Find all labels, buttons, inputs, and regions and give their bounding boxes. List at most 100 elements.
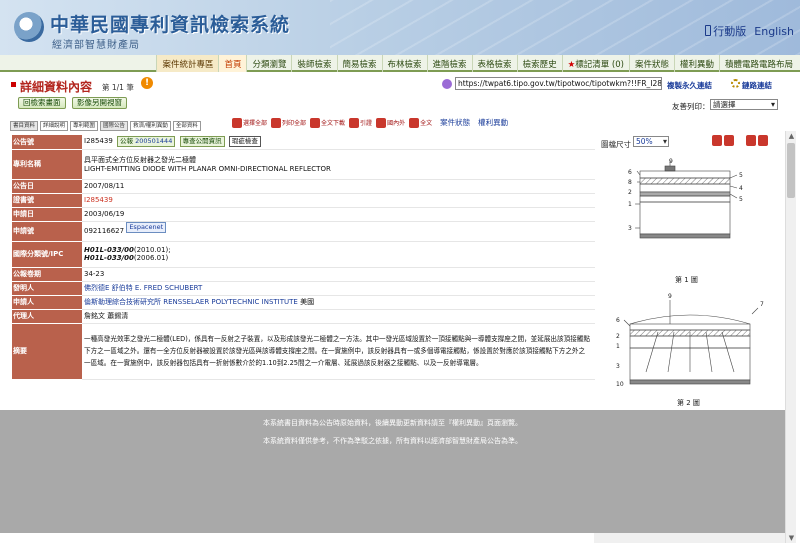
abstract-text: 一種高發光效率之發光二極體(LED)，係具有一反射之子裝置，以及形成該發光二極體… [82,323,595,379]
alert-icon[interactable]: ! [141,77,153,89]
announce-no-cell: I285439 公報 200501444 專查公開資訊 瑕疵檢查 [82,135,595,149]
tab-0[interactable]: 書目資料 [10,121,38,131]
nav-item-7[interactable]: 表格檢索 [472,55,517,72]
nav-item-4[interactable]: 簡易檢索 [337,55,382,72]
fig1-ref-numeral: 5 [739,196,743,203]
tab-5[interactable]: 全部資料 [173,121,201,131]
footer-note-2: 本系統資料僅供參考，不作為準駁之依據，所有資料以經濟部智慧財產局公告為準。 [0,436,785,446]
permalink-url-field[interactable]: https://twpat6.tipo.gov.tw/tipotwoc/tipo… [455,77,662,90]
footer-note-1: 本系統書目資料為公告時原始資料，後續異動更新資料請至『權利異動』頁面瀏覽。 [0,418,785,428]
copy-permalink-link[interactable]: 複製永久連結 [667,80,712,91]
nav-item-1[interactable]: 首頁 [218,55,246,72]
fig1-layer-mid [640,184,730,192]
fig2-ref-numeral: 10 [616,381,624,388]
tab-4[interactable]: 救濟/權利異動 [130,121,171,131]
pub-date: 2007/08/11 [82,179,595,193]
applicant-link[interactable]: 倫斯勒理綜合技術研究所 RENSSELAER POLYTECHNIC INSTI… [84,298,298,306]
tab-link-rights-change[interactable]: 權利異動 [478,117,508,128]
tool-icon-2[interactable]: 全文下載 [310,118,345,128]
friendly-print-select[interactable]: 請選擇 [710,99,778,110]
tool-icon-1[interactable]: 列印全部 [271,118,306,128]
tool-icon-0[interactable]: 選擇全部 [232,118,267,128]
fig2-bottom [630,380,750,384]
gear-icon [731,79,740,88]
agent: 詹銘文 蕭錫清 [82,309,595,323]
espacenet-button[interactable]: Espacenet [126,222,166,233]
fig2-ref-numeral: 7 [760,301,764,308]
fig1-contact [665,166,675,171]
export-image-icon[interactable] [758,135,768,146]
tool-icon-5[interactable]: 全文 [409,118,432,128]
fig1-ref-numeral: 4 [739,185,743,192]
scroll-up-arrow-icon[interactable]: ▲ [786,131,797,141]
bibliographic-table: 公告號 I285439 公報 200501444 專查公開資訊 瑕疵檢查 專利名… [12,135,595,380]
print-image-icon[interactable] [712,135,722,146]
gazette-button[interactable]: 公報 200501444 [117,136,175,147]
nav-item-2[interactable]: 分類瀏覽 [246,55,291,72]
detail-title-row: 詳細資料內容 第 1/1 筆 ! https://twpat6.tipo.gov… [0,76,800,94]
tipo-logo[interactable] [14,12,44,42]
abstract-label: 摘要 [12,323,82,379]
fig1-layer-top [640,171,730,178]
nav-item-11[interactable]: 權利異動 [674,55,719,72]
app-date: 2003/06/19 [82,207,595,221]
public-info-button[interactable]: 專查公開資訊 [180,136,225,147]
nav-item-0[interactable]: 案件統計專區 [156,55,218,72]
cert-no-cell: I285439 [82,193,595,207]
mobile-link[interactable]: 行動版 [705,23,746,39]
fig1-ref-numeral: 6 [628,169,632,176]
patent-name-en: LIGHT-EMITTING DIODE WITH PLANAR OMNI-DI… [84,165,595,173]
image-size-label: 圖檔尺寸 [601,139,631,150]
nav-item-10[interactable]: 案件狀態 [629,55,674,72]
title-bullet-icon [11,82,16,87]
ipc-code-1: H01L-033/00 [84,246,134,254]
vertical-scrollbar[interactable]: ▲ ▼ [785,131,796,543]
nav-item-9[interactable]: ★標記清單 (0) [562,55,629,72]
scroll-thumb[interactable] [787,143,795,198]
tool-icon-3[interactable]: 引證 [349,118,372,128]
phone-icon [705,25,711,36]
detail-tabs: 書目資料詳細說明專利範圍國際公告救濟/權利異動全部資料 [10,121,201,131]
applicant-cell: 倫斯勒理綜合技術研究所 RENSSELAER POLYTECHNIC INSTI… [82,295,595,309]
fig1-ref-numeral: 3 [628,225,632,232]
scroll-down-arrow-icon[interactable]: ▼ [786,533,797,543]
fig2-layer-top [630,324,750,330]
tool-icon-4[interactable]: 國內外 [376,118,405,128]
link-check-link[interactable]: 鏈路連結 [742,80,772,91]
nav-item-5[interactable]: 布林檢索 [382,55,427,72]
nav-item-8[interactable]: 檢索歷史 [517,55,562,72]
patent-name-label: 專利名稱 [12,149,82,179]
fig1-ref-numeral: 2 [628,189,632,196]
zoom-image-icon[interactable] [746,135,756,146]
app-no: 092116627 [84,227,124,235]
main-nav: 案件統計專區首頁分類瀏覽裝師檢索簡易檢索布林檢索進階檢索表格檢索檢索歷史★標記清… [0,55,800,72]
image-size-select[interactable]: 50% [633,136,669,147]
english-link[interactable]: English [754,25,794,38]
tab-3[interactable]: 國際公告 [100,121,128,131]
app-no-label: 申請號 [12,221,82,241]
friendly-print-label: 友善列印： [672,101,710,112]
defect-check-button[interactable]: 瑕疵檢查 [229,136,261,147]
download-image-icon[interactable] [724,135,734,146]
open-image-window-button[interactable]: 影像另開視窗 [72,97,127,109]
tab-link-case-status[interactable]: 案件狀態 [440,117,470,128]
figure-2-drawing[interactable]: 97621310 [610,292,770,394]
cert-no-link[interactable]: I285439 [84,196,113,204]
figure-1-label: 第 1 圖 [675,275,698,285]
inventor-link[interactable]: 佛烈德E 舒伯特 E. FRED SCHUBERT [84,284,202,292]
nav-item-12[interactable]: 積體電路電路布局 [719,55,798,72]
site-title[interactable]: 中華民國專利資訊檢索系統 [50,10,290,37]
nav-item-6[interactable]: 進階檢索 [427,55,472,72]
inventor-cell: 佛烈德E 舒伯特 E. FRED SCHUBERT [82,281,595,295]
period-label: 公報卷期 [12,267,82,281]
header-links: 行動版 English [705,23,794,39]
tab-1[interactable]: 詳細說明 [40,121,68,131]
tab-2[interactable]: 專利範圍 [70,121,98,131]
back-to-search-button[interactable]: 回檢索畫面 [18,97,66,109]
footer: 本系統書目資料為公告時原始資料，後續異動更新資料請至『權利異動』頁面瀏覽。 本系… [0,410,785,533]
nav-item-3[interactable]: 裝師檢索 [291,55,336,72]
tool-square-icon [232,118,242,128]
fig1-reflector [640,192,730,196]
horizontal-scrollbar[interactable] [594,533,785,543]
figure-1-drawing[interactable]: 968213545 [620,158,760,268]
